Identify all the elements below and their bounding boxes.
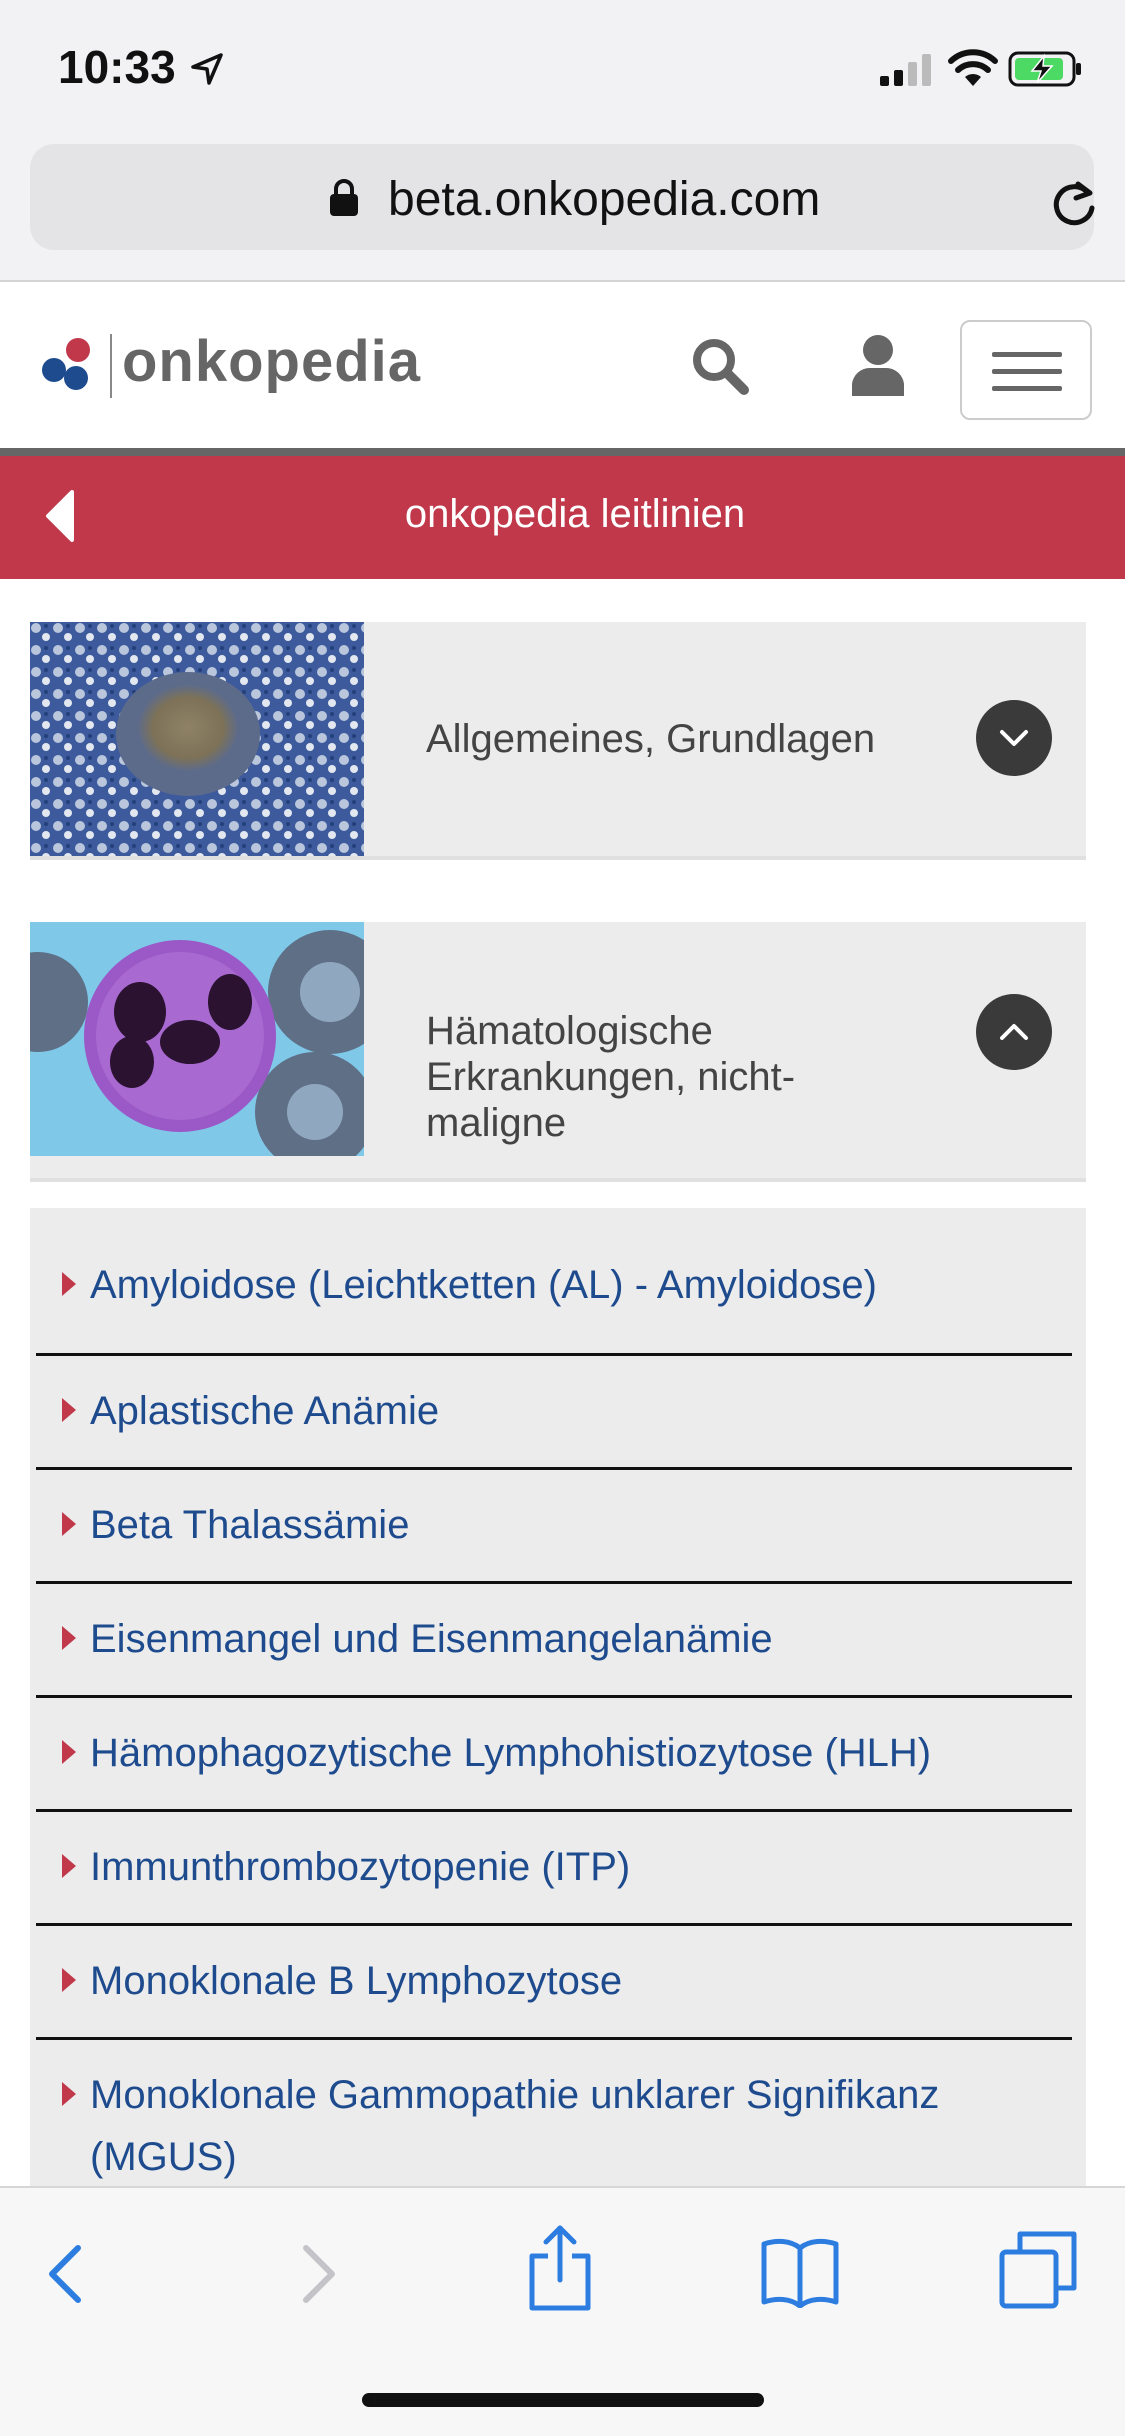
status-bar: 10:33 [0, 0, 1125, 140]
chevron-up-icon [1000, 1024, 1028, 1040]
bullet-triangle-icon [62, 1854, 76, 1878]
menu-line [992, 369, 1062, 374]
chevron-down-icon [1000, 730, 1028, 746]
category-image-cell [30, 622, 364, 856]
bullet-triangle-icon [62, 1398, 76, 1422]
section-bar: onkopedia leitlinien [0, 456, 1125, 579]
home-indicator[interactable] [362, 2393, 764, 2407]
list-item[interactable]: Monoklonale B Lymphozytose [36, 1926, 1072, 2040]
category-title-line: Hämatologische [426, 1009, 713, 1053]
list-item[interactable]: Amyloidose (Leichtketten (AL) - Amyloido… [36, 1246, 1072, 1356]
category-title-line: Erkrankungen, nicht- [426, 1055, 796, 1099]
tabs-icon[interactable] [998, 2230, 1078, 2310]
list-item[interactable]: Beta Thalassämie [36, 1470, 1072, 1584]
list-item[interactable]: Aplastische Anämie [36, 1356, 1072, 1470]
logo-text[interactable]: onkopedia [122, 328, 421, 395]
logo-divider [110, 334, 112, 398]
category-card-general[interactable]: Allgemeines, Grundlagen [30, 622, 1086, 860]
expand-toggle-button[interactable] [976, 700, 1052, 776]
browser-address-bar: beta.onkopedia.com [0, 130, 1125, 282]
category-title: Hämatologische Erkrankungen, nicht- mali… [426, 1008, 906, 1146]
menu-line [992, 386, 1062, 391]
search-icon[interactable] [690, 336, 750, 396]
list-item-link[interactable]: Monoklonale B Lymphozytose [90, 1950, 1050, 2012]
category-title-line: maligne [426, 1101, 567, 1145]
list-item-link[interactable]: Eisenmangel und Eisenmangelanämie [90, 1608, 1050, 1670]
list-item-link[interactable]: Aplastische Anämie [90, 1380, 1050, 1442]
forward-icon[interactable] [296, 2242, 340, 2306]
list-item-link[interactable]: Amyloidose (Leichtketten (AL) - Amyloido… [90, 1254, 1050, 1316]
url-field[interactable]: beta.onkopedia.com [30, 144, 1095, 250]
user-icon[interactable] [850, 334, 906, 396]
lock-icon [330, 179, 358, 216]
category-card-haematology[interactable]: Hämatologische Erkrankungen, nicht- mali… [30, 922, 1086, 1182]
list-item-link[interactable]: Hämophagozytische Lymphohistiozytose (HL… [90, 1722, 1050, 1784]
hamburger-menu-button[interactable] [960, 320, 1092, 420]
share-icon[interactable] [526, 2222, 594, 2312]
wifi-icon [948, 49, 998, 86]
bullet-triangle-icon [62, 1968, 76, 1992]
guideline-list: Amyloidose (Leichtketten (AL) - Amyloido… [30, 1208, 1086, 2218]
category-image-neutrophil [30, 922, 364, 1156]
back-icon[interactable] [44, 2242, 88, 2306]
menu-line [992, 352, 1062, 357]
bullet-triangle-icon [62, 1272, 76, 1296]
collapse-toggle-button[interactable] [976, 994, 1052, 1070]
bullet-triangle-icon [62, 1740, 76, 1764]
list-item-link[interactable]: Beta Thalassämie [90, 1494, 1050, 1556]
cellular-signal-icon [880, 54, 931, 86]
bullet-triangle-icon [62, 1626, 76, 1650]
section-title: onkopedia leitlinien [404, 492, 746, 536]
location-arrow-icon [191, 53, 223, 85]
status-time: 10:33 [58, 41, 176, 93]
category-title: Allgemeines, Grundlagen [426, 717, 876, 761]
onkopedia-logo-icon[interactable] [40, 336, 98, 394]
list-item-link[interactable]: Monoklonale Gammopathie unklarer Signifi… [90, 2064, 1050, 2188]
url-text: beta.onkopedia.com [388, 173, 821, 226]
reload-icon[interactable] [1048, 178, 1100, 230]
list-item[interactable]: Eisenmangel und Eisenmangelanämie [36, 1584, 1072, 1698]
bullet-triangle-icon [62, 2082, 76, 2106]
list-item-link[interactable]: Immunthrombozytopenie (ITP) [90, 1836, 1050, 1898]
header-divider [0, 448, 1125, 456]
list-item[interactable]: Hämophagozytische Lymphohistiozytose (HL… [36, 1698, 1072, 1812]
list-item[interactable]: Immunthrombozytopenie (ITP) [36, 1812, 1072, 1926]
battery-charging-icon [1008, 51, 1081, 87]
bookmarks-icon[interactable] [760, 2236, 840, 2308]
site-header: onkopedia [0, 284, 1125, 448]
bullet-triangle-icon [62, 1512, 76, 1536]
